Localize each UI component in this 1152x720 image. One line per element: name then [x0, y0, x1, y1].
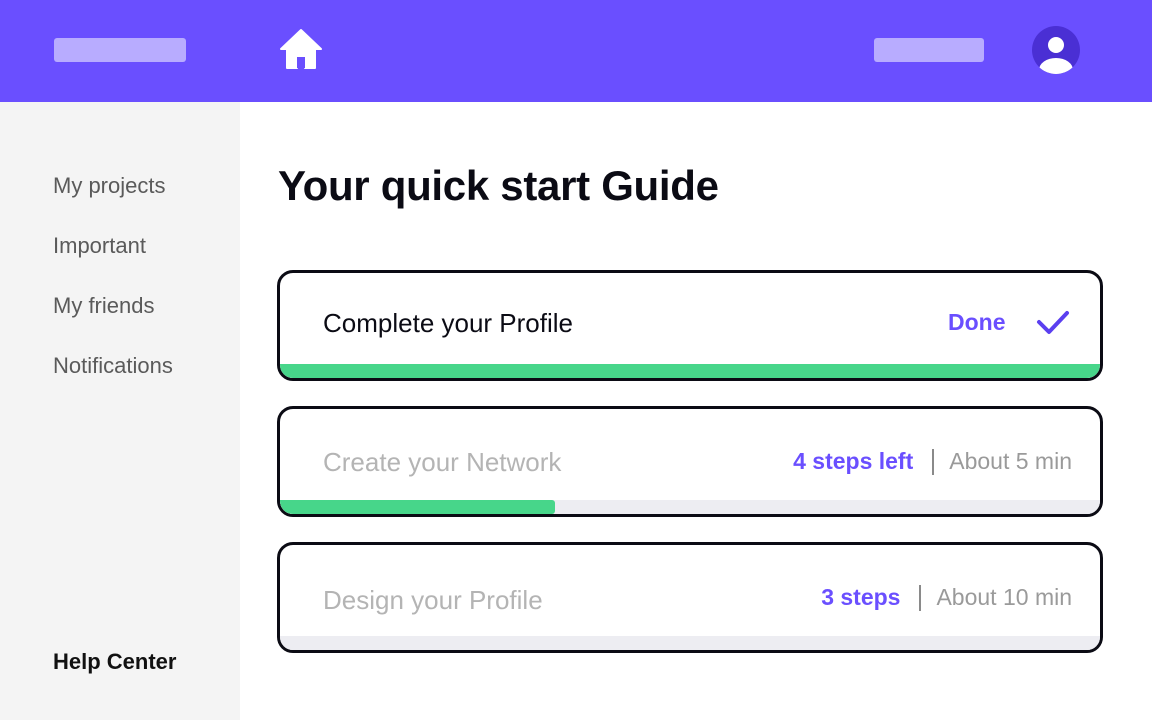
user-avatar-icon[interactable]	[1032, 26, 1080, 74]
logo-placeholder[interactable]	[54, 38, 186, 62]
progress-fill	[280, 500, 555, 514]
task-meta: 4 steps left About 5 min	[793, 448, 1072, 475]
progress-bar	[280, 364, 1100, 378]
top-bar	[0, 0, 1152, 102]
steps-count: 3 steps	[821, 584, 901, 610]
task-card-create-network[interactable]: Create your Network 4 steps left About 5…	[277, 406, 1103, 517]
progress-bar	[280, 500, 1100, 514]
help-center-link[interactable]: Help Center	[53, 649, 176, 675]
task-status: Done	[948, 309, 1006, 335]
task-card-design-profile[interactable]: Design your Profile 3 steps About 10 min	[277, 542, 1103, 653]
meta-divider	[919, 584, 922, 611]
task-card-complete-profile[interactable]: Complete your Profile Done	[277, 270, 1103, 381]
checkmark-icon	[1037, 311, 1069, 334]
home-icon[interactable]	[278, 27, 324, 71]
time-estimate: About 10 min	[936, 584, 1072, 610]
nav-link-placeholder[interactable]	[874, 38, 984, 62]
sidebar: My projects Important My friends Notific…	[0, 102, 240, 720]
task-meta: 3 steps About 10 min	[821, 584, 1072, 611]
task-title: Design your Profile	[323, 585, 543, 615]
sidebar-item-important[interactable]: Important	[53, 233, 146, 259]
page-title: Your quick start Guide	[278, 162, 719, 209]
task-title: Complete your Profile	[323, 308, 573, 338]
meta-divider	[932, 448, 935, 475]
sidebar-item-notifications[interactable]: Notifications	[53, 353, 173, 379]
time-estimate: About 5 min	[949, 448, 1072, 474]
sidebar-item-my-projects[interactable]: My projects	[53, 173, 165, 199]
sidebar-item-my-friends[interactable]: My friends	[53, 293, 154, 319]
avatar-silhouette	[1039, 37, 1073, 74]
steps-left: 4 steps left	[793, 448, 914, 474]
progress-bar	[280, 636, 1100, 650]
task-title: Create your Network	[323, 447, 562, 477]
